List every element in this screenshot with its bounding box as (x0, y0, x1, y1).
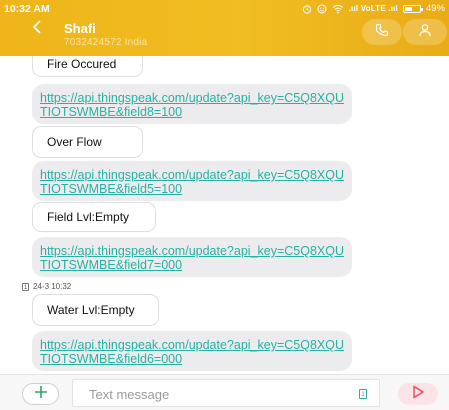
status-time: 10:32 AM (4, 3, 50, 15)
message-link-bubble[interactable]: https://api.thingspeak.com/update?api_ke… (32, 161, 352, 201)
message-bubble[interactable]: Fire Occured (32, 56, 143, 77)
message-link[interactable]: https://api.thingspeak.com/update?api_ke… (40, 338, 344, 366)
message-input[interactable] (89, 385, 339, 403)
message-link[interactable]: https://api.thingspeak.com/update?api_ke… (40, 168, 344, 196)
message-link-bubble[interactable]: https://api.thingspeak.com/update?api_ke… (32, 331, 352, 371)
message-bubble[interactable]: Over Flow (32, 126, 143, 158)
phone-icon (375, 23, 389, 42)
contact-details-button[interactable] (403, 19, 447, 45)
message-link-bubble[interactable]: https://api.thingspeak.com/update?api_ke… (32, 84, 352, 124)
person-icon (418, 23, 432, 42)
battery-icon (402, 5, 423, 13)
sim-icon: 1 (22, 282, 29, 291)
alarm-icon (302, 4, 312, 14)
add-attachment-button[interactable] (22, 383, 59, 405)
timestamp-text: 24-3 10:32 (33, 282, 72, 291)
status-bar: 10:32 AM .ııl VoLTE .ııl 49% (0, 0, 449, 18)
message-text: Over Flow (47, 135, 102, 149)
call-button[interactable] (362, 19, 402, 45)
battery-percentage: 49% (425, 3, 445, 14)
message-bubble[interactable]: Field Lvl:Empty (32, 202, 156, 232)
contact-number: 7032424572 India (64, 37, 148, 48)
plus-icon (34, 385, 48, 404)
message-text: Water Lvl:Empty (47, 303, 135, 317)
sim-selector-icon[interactable]: 1 (359, 389, 367, 399)
message-timestamp: 1 24-3 10:32 (22, 282, 71, 291)
message-link[interactable]: https://api.thingspeak.com/update?api_ke… (40, 244, 344, 272)
wifi-icon (332, 4, 344, 14)
message-link-bubble[interactable]: https://api.thingspeak.com/update?api_ke… (32, 237, 352, 277)
message-list[interactable]: Fire Occured https://api.thingspeak.com/… (0, 56, 449, 374)
app-header: 10:32 AM .ııl VoLTE .ııl 49% Shafi 70324… (0, 0, 449, 56)
message-text: Field Lvl:Empty (47, 210, 130, 224)
contact-name[interactable]: Shafi (64, 21, 96, 36)
message-text: Fire Occured (47, 56, 117, 71)
battery-level (404, 7, 412, 11)
message-input-box[interactable]: 1 (72, 379, 380, 407)
message-bubble[interactable]: Water Lvl:Empty (32, 294, 159, 326)
message-link[interactable]: https://api.thingspeak.com/update?api_ke… (40, 91, 344, 119)
signal-volte-text: .ııl VoLTE .ııl (348, 4, 398, 13)
status-icons: .ııl VoLTE .ııl 49% (302, 0, 445, 18)
send-button[interactable] (398, 383, 438, 405)
message-composer: 1 (0, 374, 449, 410)
smiley-icon (317, 4, 327, 14)
back-arrow-icon[interactable] (32, 20, 42, 38)
send-icon (411, 385, 425, 404)
